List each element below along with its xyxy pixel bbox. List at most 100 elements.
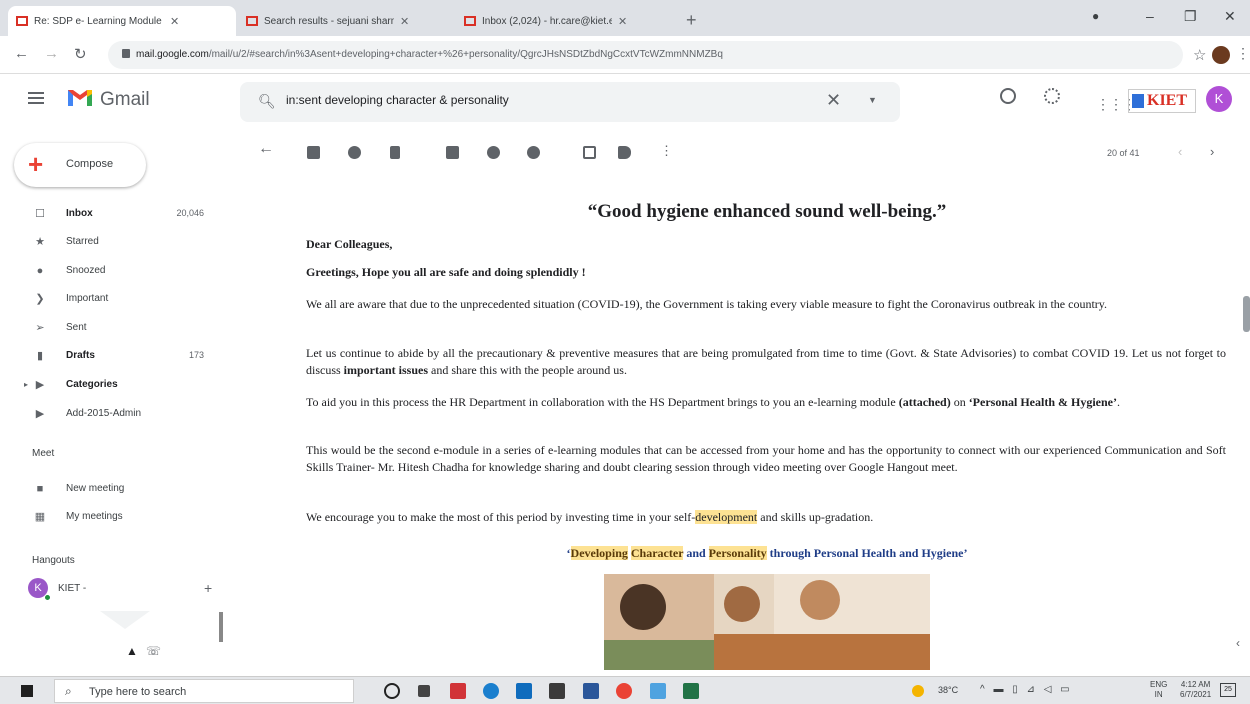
restore-icon[interactable]: ❐ xyxy=(1184,8,1197,25)
sidebar-item-label: Important xyxy=(66,293,109,304)
notification-center-icon[interactable]: 25 xyxy=(1220,683,1236,697)
add-to-tasks-icon[interactable] xyxy=(527,146,540,159)
help-icon[interactable] xyxy=(1000,88,1016,104)
back-icon[interactable]: ← xyxy=(14,45,29,62)
paragraph-5: We encourage you to make the most of thi… xyxy=(306,509,1226,526)
office-icon[interactable] xyxy=(450,683,466,699)
windows-start-icon[interactable] xyxy=(21,685,33,697)
newer-icon[interactable]: ‹ xyxy=(1178,144,1182,159)
browser-tab-1[interactable]: Re: SDP e- Learning Module _Vi ✕ xyxy=(8,6,236,36)
browser-tab-2[interactable]: Search results - sejuani sharma ✕ xyxy=(238,6,450,36)
expand-arrow-icon[interactable]: ▸ xyxy=(20,379,32,391)
sidebar-item-inbox[interactable]: ☐ Inbox 20,046 xyxy=(0,200,232,228)
hangouts-user-name[interactable]: KIET - xyxy=(58,583,86,594)
older-icon[interactable]: › xyxy=(1210,144,1214,159)
region-code: IN xyxy=(1154,690,1163,699)
sidebar-item-label: Add-2015-Admin xyxy=(66,408,142,419)
photo-tile xyxy=(620,584,666,630)
sidebar-item-snoozed[interactable]: ● Snoozed xyxy=(0,257,232,285)
edge-icon[interactable] xyxy=(483,683,499,699)
cortana-icon[interactable] xyxy=(384,683,400,699)
paragraph-2: Let us continue to abide by all the prec… xyxy=(306,345,1226,379)
store-icon[interactable] xyxy=(516,683,532,699)
account-avatar[interactable]: K xyxy=(1206,86,1232,112)
search-highlight: Character xyxy=(630,546,684,560)
snooze-icon[interactable] xyxy=(487,146,500,159)
sidebar-item-sent[interactable]: ➢ Sent xyxy=(0,314,232,342)
labels-icon[interactable] xyxy=(618,146,631,159)
control-panel-icon[interactable] xyxy=(650,683,666,699)
system-tray-icons[interactable]: ^ ▬ ▯ ⊿ ◁ ▭ xyxy=(980,684,1073,695)
phone-icon[interactable]: ☏ xyxy=(146,644,161,658)
search-box[interactable]: 🔍︎ ✕ ▼ xyxy=(240,82,900,122)
minimize-icon[interactable]: – xyxy=(1146,8,1154,24)
archive-icon[interactable] xyxy=(307,146,320,159)
close-tab-icon[interactable]: ✕ xyxy=(400,15,409,28)
text-span: and xyxy=(683,546,709,560)
gmail-logo-icon[interactable] xyxy=(66,86,94,108)
language-indicator[interactable]: ENG IN xyxy=(1150,680,1167,700)
meet-new-meeting[interactable]: ■ New meeting xyxy=(0,475,232,503)
search-options-icon[interactable]: ▼ xyxy=(868,95,877,105)
sidebar-item-add-2015-admin[interactable]: ▶ Add-2015-Admin xyxy=(0,400,232,428)
side-panel-toggle-icon[interactable]: ‹ xyxy=(1236,636,1240,650)
hangouts-scrollbar[interactable] xyxy=(219,612,223,642)
meet-my-meetings[interactable]: ▦ My meetings xyxy=(0,503,232,531)
weather-icon[interactable] xyxy=(912,685,924,697)
clear-search-icon[interactable]: ✕ xyxy=(826,90,841,111)
search-icon[interactable]: 🔍︎ xyxy=(258,93,276,110)
more-options-icon[interactable]: ⋮ xyxy=(660,143,673,159)
text-span: ‘ xyxy=(566,546,571,560)
move-to-icon[interactable] xyxy=(583,146,596,159)
word-icon[interactable] xyxy=(583,683,599,699)
reload-icon[interactable]: ↻ xyxy=(74,45,87,63)
forward-icon[interactable]: → xyxy=(44,45,59,62)
profile-avatar-icon[interactable] xyxy=(1212,46,1230,64)
bookmark-star-icon[interactable]: ☆ xyxy=(1193,46,1206,64)
browser-menu-icon[interactable]: ⋮ xyxy=(1236,45,1250,62)
sidebar-item-important[interactable]: ❯ Important xyxy=(0,285,232,313)
mark-unread-icon[interactable] xyxy=(446,146,459,159)
new-tab-icon[interactable]: + xyxy=(686,10,697,31)
close-tab-icon[interactable]: ✕ xyxy=(170,15,179,28)
photo-tile xyxy=(724,586,760,622)
text-span: on xyxy=(950,395,969,409)
delete-icon[interactable] xyxy=(390,146,400,159)
browser-tab-3[interactable]: Inbox (2,024) - hr.care@kiet.edu ✕ xyxy=(456,6,678,36)
file-explorer-icon[interactable] xyxy=(549,683,565,699)
window-close-icon[interactable]: ✕ xyxy=(1224,8,1236,25)
clock[interactable]: 4:12 AM 6/7/2021 xyxy=(1180,680,1211,700)
sidebar-item-label: Snoozed xyxy=(66,265,106,276)
search-input[interactable] xyxy=(286,93,806,107)
sidebar-item-categories[interactable]: ▸ ▶ Categories xyxy=(0,371,232,399)
taskbar-search-box[interactable]: ⌕ Type here to search xyxy=(54,679,354,703)
main-menu-icon[interactable] xyxy=(28,92,44,104)
settings-gear-icon[interactable] xyxy=(1044,88,1060,104)
hangouts-section-header: Hangouts xyxy=(32,555,75,566)
bold-span: important issues xyxy=(343,363,429,377)
new-conversation-icon[interactable]: + xyxy=(204,580,212,596)
compose-button[interactable]: + Compose xyxy=(14,143,146,187)
email-scrollbar[interactable] xyxy=(1243,296,1250,332)
task-view-icon[interactable] xyxy=(418,685,430,697)
account-circle-icon[interactable]: ● xyxy=(1092,9,1099,23)
sidebar-item-starred[interactable]: ★ Starred xyxy=(0,228,232,256)
gmail-favicon-icon xyxy=(246,16,258,26)
tab-title: Inbox (2,024) - hr.care@kiet.edu xyxy=(482,15,612,27)
gmail-favicon-icon xyxy=(464,16,476,26)
report-spam-icon[interactable] xyxy=(348,146,361,159)
text-span: through Personal Health and Hygiene’ xyxy=(766,546,968,560)
hygiene-collage-image xyxy=(604,574,930,670)
sidebar-item-drafts[interactable]: ▮ Drafts 173 xyxy=(0,342,232,370)
compose-plus-icon: + xyxy=(28,149,44,179)
label-icon: ▶ xyxy=(35,379,45,391)
url-path: /mail/u/2/#search/in%3Asent+developing+c… xyxy=(208,49,723,60)
org-logo[interactable]: KIET xyxy=(1128,89,1196,113)
contacts-icon[interactable]: ▲ xyxy=(126,644,138,658)
chrome-icon[interactable] xyxy=(616,683,632,699)
close-tab-icon[interactable]: ✕ xyxy=(618,15,627,28)
back-to-list-icon[interactable]: ← xyxy=(258,140,274,158)
address-bar[interactable]: mail.google.com/mail/u/2/#search/in%3Ase… xyxy=(108,41,1183,69)
excel-icon[interactable] xyxy=(683,683,699,699)
calendar-icon: ▦ xyxy=(34,511,46,523)
